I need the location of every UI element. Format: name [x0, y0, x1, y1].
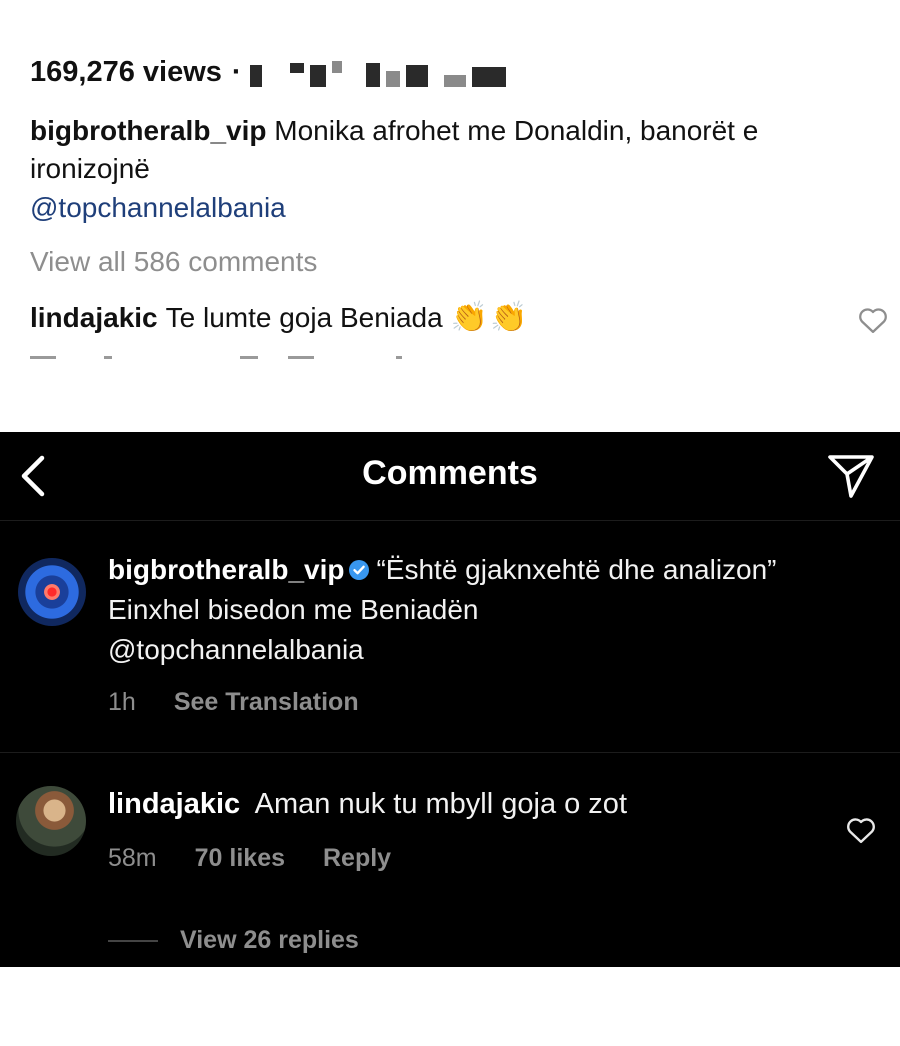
post-text-line-2: Einxhel bisedon me Beniadën: [108, 594, 479, 625]
post-text-line-1: “Është gjaknxehtë dhe analizon”: [376, 554, 777, 585]
page-title: Comments: [362, 454, 538, 492]
caption-username[interactable]: bigbrotheralb_vip: [30, 115, 266, 146]
view-replies-label: View 26 replies: [180, 926, 359, 954]
comment-meta: 58m 70 likes Reply: [108, 844, 391, 873]
avatar[interactable]: [16, 786, 86, 856]
see-translation-button[interactable]: See Translation: [174, 688, 359, 717]
light-post-panel: 169,276 views · bigbrotheralb_vip Monika…: [0, 0, 900, 375]
post-views: 169,276 views ·: [30, 56, 506, 89]
comment-time: 58m: [108, 844, 157, 872]
comments-screen: Comments bigbrotheralb_vip “Është gjaknx…: [0, 432, 900, 967]
post-caption: bigbrotheralb_vip “Është gjaknxehtë dhe …: [108, 550, 888, 670]
clapping-hands-emoji: 👏👏: [450, 301, 530, 334]
comment: lindajakic Aman nuk tu mbyll goja o zot: [108, 788, 627, 821]
comment-username[interactable]: lindajakic: [30, 302, 158, 334]
views-separator: ·: [231, 56, 242, 88]
comment-username[interactable]: lindajakic: [108, 788, 240, 820]
comment-likes[interactable]: 70 likes: [195, 844, 285, 873]
divider: [0, 520, 900, 521]
mention-link[interactable]: @topchannelalbania: [108, 634, 364, 665]
views-count: 169,276 views: [30, 56, 222, 88]
heart-icon[interactable]: [846, 816, 876, 844]
redacted-text: [249, 59, 506, 87]
comments-header: Comments: [0, 432, 900, 520]
reply-button[interactable]: Reply: [323, 844, 391, 873]
post-meta: 1h See Translation: [108, 688, 359, 717]
divider: [0, 752, 900, 753]
preview-comment: lindajakic Te lumte goja Beniada 👏👏: [30, 300, 529, 335]
view-replies-button[interactable]: View 26 replies: [108, 926, 359, 955]
heart-icon[interactable]: [858, 306, 888, 334]
view-all-comments-link[interactable]: View all 586 comments: [30, 246, 317, 278]
post-time: 1h: [108, 688, 136, 716]
post-username[interactable]: bigbrotheralb_vip: [108, 554, 344, 585]
cropped-text-row: [30, 352, 450, 360]
paper-plane-icon[interactable]: [826, 452, 876, 500]
mention-link[interactable]: @topchannelalbania: [30, 192, 286, 224]
replies-divider-line: [108, 939, 158, 942]
avatar[interactable]: [18, 558, 86, 626]
comment-text: Aman nuk tu mbyll goja o zot: [254, 788, 627, 820]
post-caption: bigbrotheralb_vip Monika afrohet me Dona…: [30, 112, 880, 188]
comment-text: Te lumte goja Beniada: [165, 301, 443, 333]
verified-badge-icon: [349, 560, 370, 580]
